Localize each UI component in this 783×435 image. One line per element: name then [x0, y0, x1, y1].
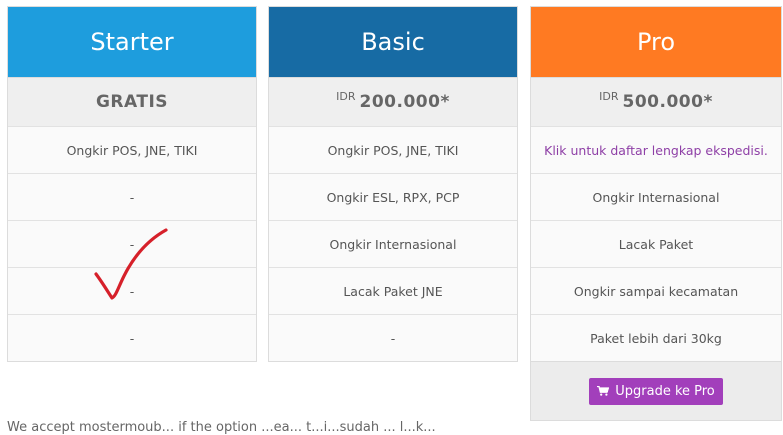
plan-price-currency: IDR	[336, 89, 356, 103]
upgrade-button[interactable]: Upgrade ke Pro	[589, 377, 723, 405]
feature-row: Ongkir POS, JNE, TIKI	[269, 126, 517, 173]
expedition-list-link[interactable]: Klik untuk daftar lengkap ekspedisi.	[531, 126, 781, 173]
plan-price-basic: IDR 200.000*	[269, 77, 517, 126]
feature-row: Ongkir sampai kecamatan	[531, 267, 781, 314]
upgrade-button-label: Upgrade ke Pro	[615, 383, 715, 399]
plan-price-value: 500.000*	[622, 92, 713, 112]
feature-row: Ongkir POS, JNE, TIKI	[8, 126, 256, 173]
upgrade-footer: Upgrade ke Pro	[531, 361, 781, 420]
footer-note: We accept mostermoub... if the option ..…	[7, 420, 436, 435]
plan-price-currency: IDR	[599, 89, 619, 103]
feature-row: Ongkir Internasional	[531, 173, 781, 220]
plan-price-value: 200.000*	[359, 92, 450, 112]
feature-row: Paket lebih dari 30kg	[531, 314, 781, 361]
plan-title-starter: Starter	[8, 7, 256, 77]
feature-row: -	[269, 314, 517, 361]
cart-icon	[597, 386, 610, 396]
feature-row: -	[8, 314, 256, 361]
feature-row: -	[8, 173, 256, 220]
plan-column-pro: Pro IDR 500.000* Klik untuk daftar lengk…	[530, 6, 782, 421]
plan-column-basic: Basic IDR 200.000* Ongkir POS, JNE, TIKI…	[268, 6, 518, 362]
feature-row: Ongkir ESL, RPX, PCP	[269, 173, 517, 220]
plan-price-starter: GRATIS	[8, 77, 256, 126]
feature-row: Lacak Paket	[531, 220, 781, 267]
plan-price-value: GRATIS	[95, 92, 169, 112]
feature-row: Lacak Paket JNE	[269, 267, 517, 314]
plan-price-pro: IDR 500.000*	[531, 77, 781, 126]
feature-row: Ongkir Internasional	[269, 220, 517, 267]
plan-title-pro: Pro	[531, 7, 781, 77]
checkmark-icon	[94, 228, 168, 300]
plan-title-basic: Basic	[269, 7, 517, 77]
plan-column-starter: Starter GRATIS Ongkir POS, JNE, TIKI - -…	[7, 6, 257, 362]
